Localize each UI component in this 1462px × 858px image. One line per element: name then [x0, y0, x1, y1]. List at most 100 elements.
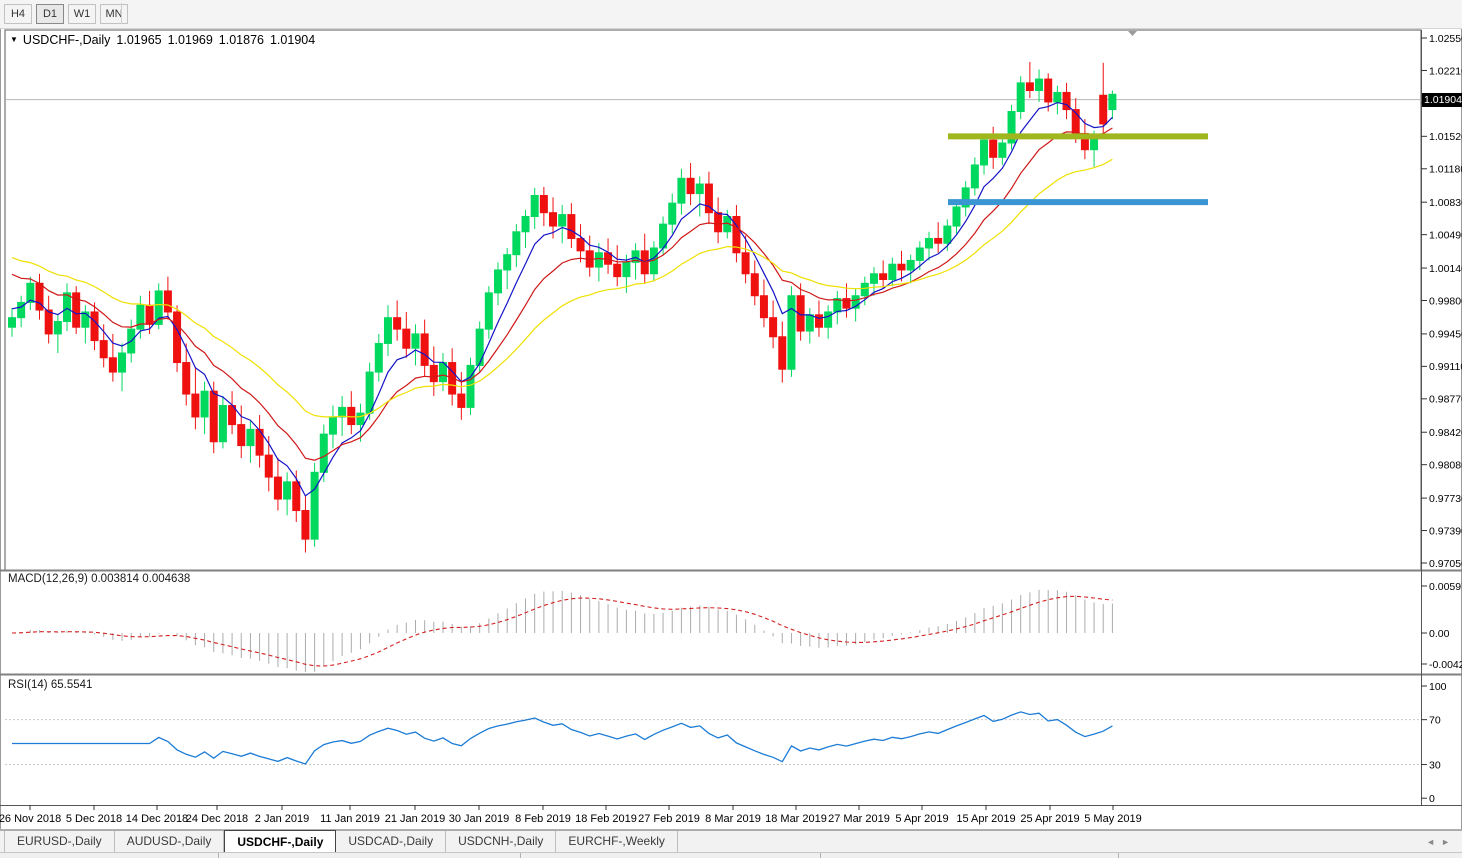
timeframe-button-d1[interactable]: D1 — [36, 4, 64, 24]
rsi-axis-tick-label: 100 — [1429, 681, 1447, 693]
candle-body — [1035, 78, 1044, 91]
strip-tick — [520, 853, 521, 858]
candle-body — [145, 304, 154, 325]
candle-body — [925, 237, 933, 249]
candle-body — [163, 290, 172, 313]
rsi-axis-tick-label: 30 — [1429, 759, 1441, 771]
macd-indicator-label: MACD(12,26,9) 0.003814 0.004638 — [8, 573, 191, 585]
price-axis-tick-label: 0.99450 — [1429, 329, 1462, 341]
candle-body — [549, 212, 558, 227]
price-axis-tick-label: 0.97050 — [1429, 558, 1462, 570]
candle-body — [356, 412, 365, 426]
candle-body — [484, 292, 493, 330]
candle-body — [26, 282, 35, 303]
candle-body — [888, 263, 897, 280]
strip-tick — [218, 853, 219, 858]
candle-body — [99, 340, 108, 359]
timeframe-buttons: H4 D1 W1 MN — [0, 4, 128, 24]
candle-body — [787, 295, 796, 370]
candle-body — [677, 177, 686, 204]
date-axis-tick-label: 5 May 2019 — [1084, 813, 1141, 825]
candle-body — [347, 406, 356, 426]
candle-body — [44, 309, 53, 335]
candle-body — [759, 295, 768, 319]
date-axis-tick-label: 8 Feb 2019 — [515, 813, 571, 825]
candle-body — [411, 333, 420, 349]
candle-body — [393, 317, 402, 330]
candle-body — [970, 164, 979, 189]
toolbar-separator — [121, 3, 122, 24]
price-axis-tick-label: 0.99110 — [1429, 361, 1462, 373]
date-axis-tick-label: 11 Jan 2019 — [320, 813, 380, 825]
candle-body — [53, 320, 62, 335]
price-axis-tick-label: 0.98770 — [1429, 394, 1462, 406]
tab-scroll-right-icon[interactable]: ► — [1441, 837, 1456, 847]
tab-scroll-arrows: ◄► — [1426, 837, 1456, 847]
candle-body — [567, 214, 576, 239]
rsi-value: 65.5541 — [50, 679, 93, 691]
chart-tab-audusd-daily[interactable]: AUDUSD-,Daily — [115, 831, 225, 852]
rsi-indicator-label: RSI(14) 65.5541 — [8, 679, 93, 691]
date-axis-tick-label: 14 Dec 2018 — [126, 813, 188, 825]
candle-body — [952, 206, 961, 227]
candle-body — [328, 416, 337, 435]
candle-body — [218, 404, 227, 443]
candle-body — [915, 247, 924, 261]
candle-body — [1090, 137, 1099, 151]
candle-body — [466, 364, 475, 408]
date-axis-tick-label: 25 Apr 2019 — [1020, 813, 1079, 825]
date-axis-tick-label: 21 Jan 2019 — [385, 813, 446, 825]
candle-body — [108, 357, 117, 373]
chart-tab-usdcnh-daily[interactable]: USDCNH-,Daily — [446, 831, 557, 852]
candle-body — [310, 471, 319, 540]
candle-body — [338, 406, 347, 418]
price-axis-tick-label: 1.00830 — [1429, 197, 1462, 209]
date-axis-tick-label: 27 Feb 2019 — [638, 813, 700, 825]
candle-body — [998, 142, 1007, 158]
timeframe-button-w1[interactable]: W1 — [68, 4, 96, 24]
price-axis-tick-label: 0.99800 — [1429, 295, 1462, 307]
timeframe-button-h4[interactable]: H4 — [4, 4, 32, 24]
chart-tab-eurusd-daily[interactable]: EURUSD-,Daily — [4, 831, 115, 852]
candle-body — [475, 328, 484, 366]
candle-body — [814, 314, 823, 328]
tab-scroll-left-icon[interactable]: ◄ — [1426, 837, 1441, 847]
candle-body — [182, 362, 191, 395]
candle-body — [503, 254, 512, 271]
candle-body — [1044, 78, 1053, 103]
macd-axis-tick-label: -0.004243 — [1429, 659, 1462, 671]
candle-body — [319, 433, 328, 473]
chart-tab-usdchf-daily[interactable]: USDCHF-,Daily — [224, 830, 337, 852]
chart-tab-eurchf-weekly[interactable]: EURCHF-,Weekly — [556, 831, 678, 852]
candle-body — [594, 252, 603, 268]
price-axis-tick-label: 1.02210 — [1429, 65, 1462, 77]
candle-body — [668, 202, 677, 225]
candle-body — [512, 231, 521, 256]
strip-tick — [820, 853, 821, 858]
ohlc-open: 1.01965 — [116, 33, 162, 47]
chart-tab-bar: EURUSD-,Daily AUDUSD-,Daily USDCHF-,Daily U… — [0, 830, 1462, 852]
rsi-axis-tick-label: 70 — [1429, 714, 1441, 726]
macd-axis-tick-label: 0.00597 — [1429, 581, 1462, 593]
timeframe-button-mn[interactable]: MN — [100, 4, 128, 24]
date-axis-tick-label: 5 Dec 2018 — [66, 813, 122, 825]
price-axis: 1.025501.022101.018701.015201.011801.008… — [1421, 33, 1462, 805]
candle-body — [1016, 82, 1025, 112]
candle-body — [402, 328, 411, 349]
chart-area[interactable]: 1.025501.022101.018701.015201.011801.008… — [0, 0, 1462, 858]
chart-tab-usdcad-daily[interactable]: USDCAD-,Daily — [336, 831, 447, 852]
candle-body — [209, 390, 218, 443]
candle-body — [943, 225, 952, 244]
price-axis-tick-label: 0.98080 — [1429, 459, 1462, 471]
candle-body — [1108, 93, 1117, 111]
candle-body — [769, 317, 778, 338]
candle-body — [264, 454, 273, 478]
date-axis-tick-label: 18 Mar 2019 — [765, 813, 827, 825]
macd-value-signal: 0.004638 — [142, 573, 191, 585]
chart-dropdown-icon[interactable]: ▼ — [10, 35, 18, 44]
candle-body — [989, 139, 998, 158]
candle-body — [869, 273, 878, 284]
ohlc-close: 1.01904 — [269, 33, 316, 47]
candle-body — [906, 259, 915, 271]
candle-body — [750, 273, 759, 297]
